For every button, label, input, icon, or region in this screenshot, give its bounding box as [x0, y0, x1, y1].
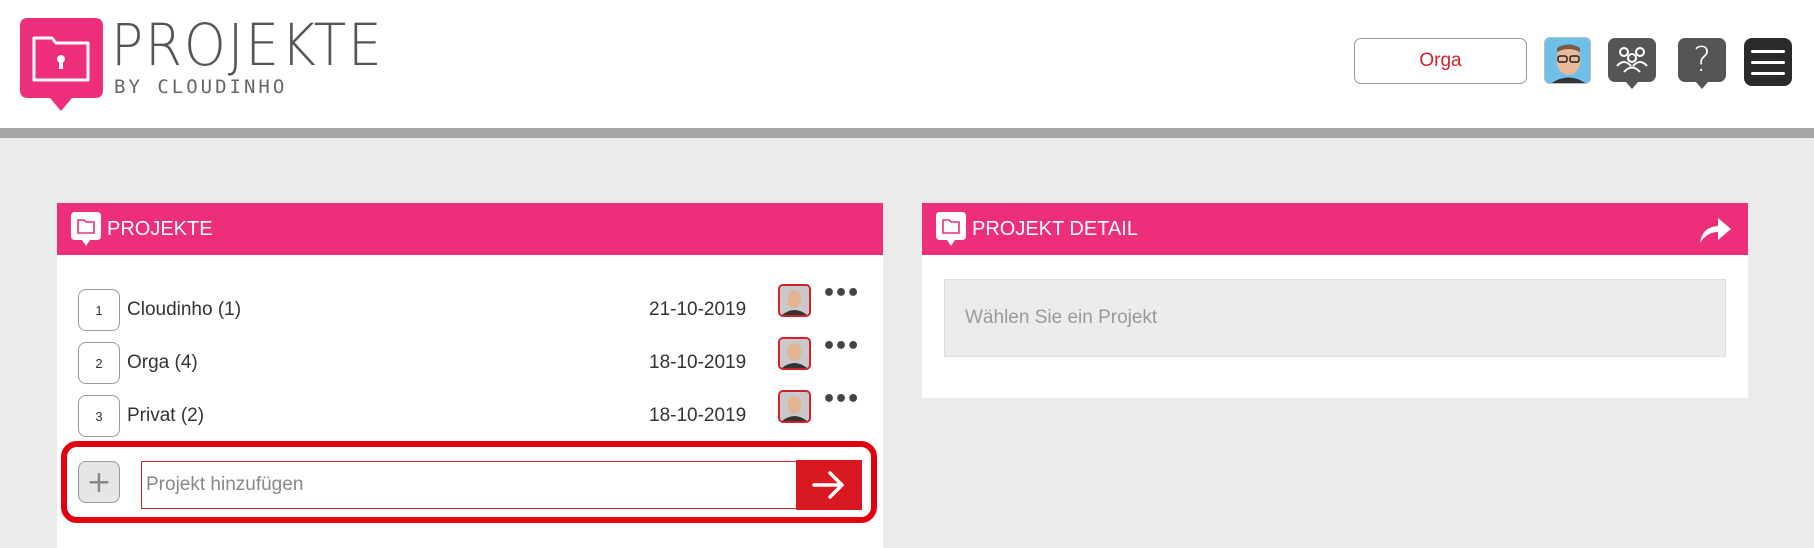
folder-icon: [936, 212, 966, 246]
projects-panel-title: PROJEKTE: [107, 217, 213, 240]
avatar[interactable]: [1544, 37, 1591, 84]
user-avatar-icon: [1545, 38, 1590, 83]
add-project-submit-button[interactable]: [796, 460, 862, 510]
project-name[interactable]: Orga (4): [127, 352, 198, 374]
project-detail-placeholder: Wählen Sie ein Projekt: [944, 279, 1726, 357]
project-detail-panel: PROJEKT DETAIL Wählen Sie ein Projekt: [922, 203, 1748, 398]
project-row[interactable]: 2 Orga (4) 18-10-2019 •••: [78, 334, 860, 386]
project-date: 18-10-2019: [649, 352, 747, 373]
menu-line: [1751, 60, 1785, 64]
project-detail-header: PROJEKT DETAIL: [922, 203, 1748, 255]
more-icon[interactable]: •••: [822, 387, 860, 412]
project-name[interactable]: Cloudinho (1): [127, 299, 241, 321]
project-owner-avatar: [778, 337, 811, 370]
help-button[interactable]: ?: [1678, 38, 1726, 90]
project-number: 1: [78, 289, 120, 331]
folder-icon: [71, 212, 101, 246]
app-header: PROJEKTE BY CLOUDINHO Orga ?: [0, 0, 1814, 128]
plus-icon[interactable]: +: [78, 461, 120, 503]
help-glyph: ?: [1692, 40, 1712, 80]
brand-title: PROJEKTE: [111, 11, 384, 79]
project-number: 2: [78, 342, 120, 384]
user-avatar-icon: [780, 286, 809, 315]
brand-subtitle: BY CLOUDINHO: [114, 76, 288, 98]
organization-button[interactable]: Orga: [1354, 38, 1527, 84]
project-owner-avatar: [778, 284, 811, 317]
share-icon[interactable]: [1698, 215, 1732, 245]
header-divider: [0, 128, 1814, 138]
menu-line: [1751, 49, 1785, 53]
projects-panel-header: PROJEKTE: [57, 203, 883, 255]
menu-line: [1751, 71, 1785, 75]
project-name[interactable]: Privat (2): [127, 405, 204, 427]
more-icon[interactable]: •••: [822, 281, 860, 306]
project-number: 3: [78, 395, 120, 437]
project-row[interactable]: 3 Privat (2) 18-10-2019 •••: [78, 387, 860, 439]
team-icon[interactable]: [1608, 38, 1656, 90]
project-date: 18-10-2019: [649, 405, 747, 426]
menu-icon[interactable]: [1744, 38, 1792, 86]
user-avatar-icon: [780, 392, 809, 421]
project-detail-title: PROJEKT DETAIL: [972, 217, 1138, 240]
project-date: 21-10-2019: [649, 299, 747, 320]
project-owner-avatar: [778, 390, 811, 423]
add-project-input[interactable]: [141, 461, 796, 509]
folder-lock-logo-icon[interactable]: [20, 18, 103, 111]
project-row[interactable]: 1 Cloudinho (1) 21-10-2019 •••: [78, 281, 860, 333]
arrow-right-icon: [812, 471, 844, 499]
more-icon[interactable]: •••: [822, 334, 860, 359]
user-avatar-icon: [780, 339, 809, 368]
